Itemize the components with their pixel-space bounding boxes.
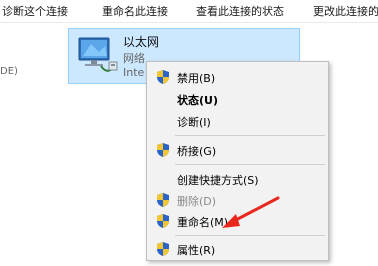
menu-item-label: 桥接(G) — [177, 145, 217, 158]
menu-item-create-shortcut[interactable]: 创建快捷方式(S) — [147, 168, 328, 190]
cmd-rename[interactable]: 重命名此连接 — [102, 3, 168, 19]
uac-shield-icon — [157, 70, 169, 84]
uac-shield-icon — [157, 214, 169, 228]
command-bar: 诊断这个连接 重命名此连接 查看此连接的状态 更改此连接的设 — [0, 0, 378, 23]
menu-item-disable[interactable]: 禁用(B) — [147, 66, 328, 88]
cmd-view-status[interactable]: 查看此连接的状态 — [196, 3, 284, 19]
uac-shield-icon — [157, 143, 169, 157]
menu-item-label: 禁用(B) — [177, 72, 216, 85]
menu-separator — [175, 235, 325, 236]
cmd-change-settings[interactable]: 更改此连接的设 — [313, 3, 378, 19]
menu-separator — [175, 135, 325, 136]
menu-item-label: 诊断(I) — [177, 116, 211, 129]
cmd-diagnose[interactable]: 诊断这个连接 — [2, 3, 68, 19]
menu-item-bridge[interactable]: 桥接(G) — [147, 139, 328, 161]
menu-item-label: 创建快捷方式(S) — [177, 174, 259, 187]
menu-item-status[interactable]: 状态(U) — [147, 88, 328, 110]
menu-item-label: 属性(R) — [177, 244, 216, 257]
adapter-name: 以太网 — [123, 35, 160, 49]
menu-item-diagnose[interactable]: 诊断(I) — [147, 110, 328, 132]
left-item-fragment: DE) — [0, 66, 18, 77]
adapter-status: 网络 — [123, 52, 145, 65]
uac-shield-icon — [157, 242, 169, 256]
menu-item-label: 删除(D) — [177, 195, 217, 208]
menu-item-label: 状态(U) — [177, 94, 218, 107]
uac-shield-icon — [157, 193, 169, 207]
menu-item-properties[interactable]: 属性(R) — [147, 238, 328, 260]
red-arrow-annotation — [222, 196, 280, 228]
network-adapter-icon — [78, 37, 118, 72]
menu-separator — [175, 164, 325, 165]
adapter-device: Inte — [123, 66, 145, 79]
